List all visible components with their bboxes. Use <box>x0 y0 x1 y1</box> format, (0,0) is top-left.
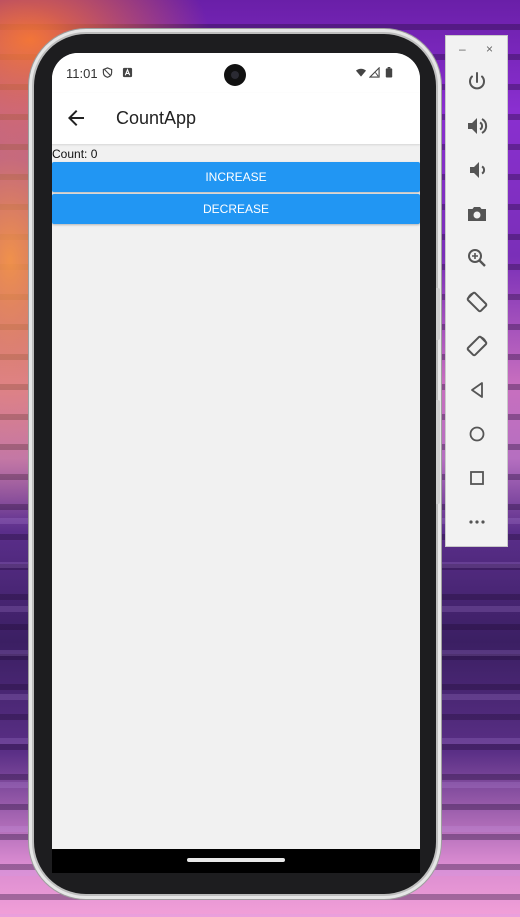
volume-down-icon <box>470 162 486 178</box>
home-button[interactable] <box>465 422 489 446</box>
more-button[interactable] <box>465 510 489 534</box>
zoom-icon <box>468 249 486 267</box>
phone-side-button <box>436 288 440 340</box>
keyboard-a-icon <box>122 67 133 78</box>
power-button[interactable] <box>465 70 489 94</box>
status-time: 11:01 <box>66 66 98 81</box>
rotate-right-icon <box>466 335 488 357</box>
volume-up-icon <box>468 118 488 134</box>
status-bar: 11:01 <box>52 53 420 93</box>
zoom-button[interactable] <box>465 246 489 270</box>
overview-button[interactable] <box>465 466 489 490</box>
back-arrow-icon[interactable] <box>64 106 88 130</box>
decrease-button[interactable]: DECREASE <box>52 194 420 224</box>
camera-icon <box>468 207 486 221</box>
emulator-toolbar: – × <box>445 35 508 547</box>
minimize-button[interactable]: – <box>459 41 466 57</box>
emulator-window-controls: – × <box>446 41 507 57</box>
navigation-bar <box>52 849 420 873</box>
home-icon <box>469 426 485 442</box>
volume-down-button[interactable] <box>465 158 489 182</box>
count-label: Count: 0 <box>52 147 98 161</box>
volume-up-button[interactable] <box>465 114 489 138</box>
power-icon <box>469 72 485 90</box>
increase-button[interactable]: INCREASE <box>52 162 420 192</box>
app-title: CountApp <box>116 108 197 128</box>
home-gesture-pill[interactable] <box>187 858 285 862</box>
more-icon <box>469 520 485 524</box>
overview-icon <box>470 471 484 485</box>
screenshot-button[interactable] <box>465 202 489 226</box>
signal-icon <box>369 67 380 78</box>
shield-icon <box>102 67 113 78</box>
rotate-left-button[interactable] <box>465 290 489 314</box>
back-button[interactable] <box>465 378 489 402</box>
device-screen: 11:01 CountApp Count: 0 INCREASE DECREAS… <box>52 53 420 871</box>
phone-side-button <box>436 400 440 504</box>
close-button[interactable]: × <box>486 41 493 57</box>
rotate-left-icon <box>466 291 488 313</box>
back-icon <box>471 382 483 398</box>
front-camera <box>224 64 246 86</box>
app-bar: CountApp <box>52 93 420 144</box>
rotate-right-button[interactable] <box>465 334 489 358</box>
battery-icon <box>385 67 393 78</box>
wifi-icon <box>355 68 367 77</box>
